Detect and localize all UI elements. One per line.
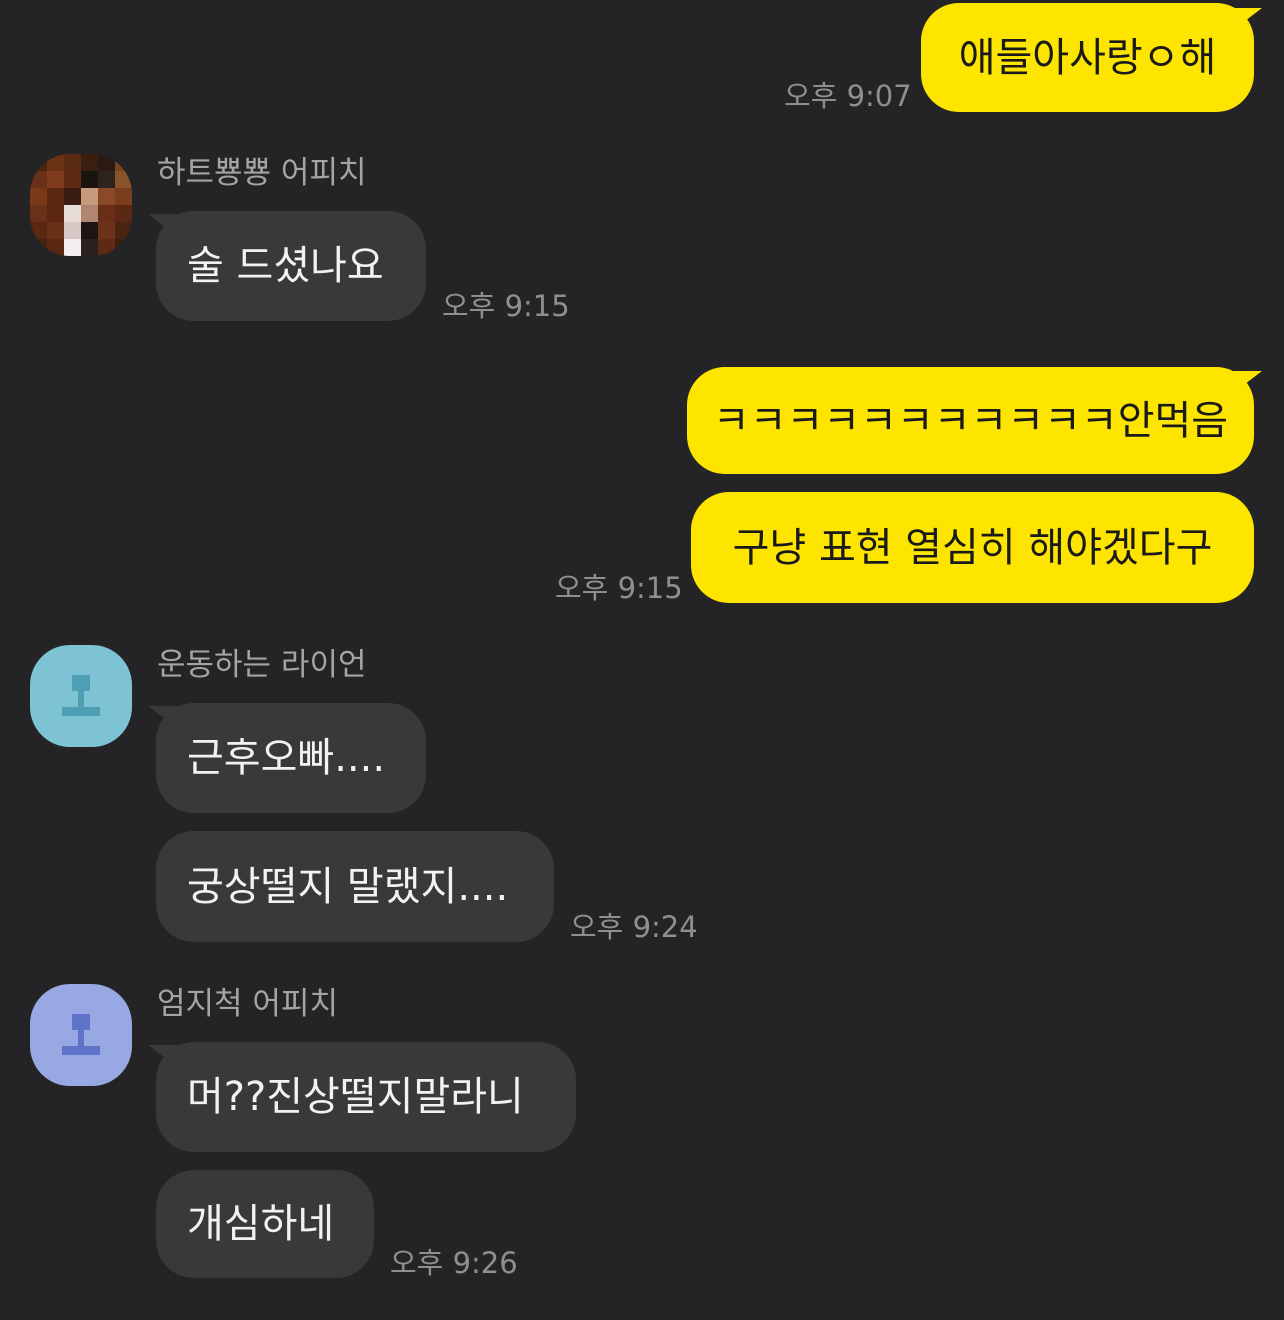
- sender-name: 하트뿅뿅 어피치: [157, 155, 367, 191]
- message-text: 개심하네: [187, 1201, 335, 1247]
- my-message-bubble[interactable]: 구냥 표현 열심히 해야겠다구: [691, 492, 1254, 603]
- default-profile-avatar[interactable]: [30, 645, 132, 747]
- message-timestamp: 오후 9:15: [442, 289, 570, 323]
- message-text: 구냥 표현 열심히 해야겠다구: [732, 524, 1213, 571]
- message-timestamp: 오후 9:07: [784, 79, 912, 113]
- their-message-bubble[interactable]: 술 드셨나요: [156, 211, 426, 321]
- pixelated-photo-avatar[interactable]: [30, 154, 132, 256]
- my-message-bubble[interactable]: ㅋㅋㅋㅋㅋㅋㅋㅋㅋㅋㅋ안먹음: [687, 367, 1254, 474]
- avatar-image: [30, 154, 132, 256]
- message-text: ㅋㅋㅋㅋㅋㅋㅋㅋㅋㅋㅋ안먹음: [712, 397, 1229, 444]
- message-timestamp: 오후 9:15: [555, 571, 683, 605]
- sender-name: 운동하는 라이언: [157, 647, 367, 683]
- message-timestamp: 오후 9:26: [390, 1246, 518, 1280]
- sender-name: 엄지척 어피치: [157, 986, 338, 1022]
- message-text: 애들아사랑ㅇ해: [958, 34, 1217, 81]
- their-message-bubble[interactable]: 개심하네: [156, 1170, 374, 1278]
- their-message-bubble[interactable]: 머??진상떨지말라니: [156, 1042, 576, 1152]
- my-message-bubble[interactable]: 애들아사랑ㅇ해: [921, 3, 1254, 112]
- message-text: 머??진상떨지말라니: [187, 1074, 524, 1120]
- message-text: 술 드셨나요: [187, 243, 384, 289]
- message-timestamp: 오후 9:24: [570, 910, 698, 944]
- default-profile-icon: [62, 675, 100, 716]
- their-message-bubble[interactable]: 근후오빠....: [156, 703, 426, 813]
- default-profile-icon: [62, 1014, 100, 1055]
- default-profile-avatar[interactable]: [30, 984, 132, 1086]
- message-text: 근후오빠....: [187, 735, 386, 781]
- message-text: 궁상떨지 말랬지....: [187, 863, 509, 910]
- their-message-bubble[interactable]: 궁상떨지 말랬지....: [156, 831, 554, 942]
